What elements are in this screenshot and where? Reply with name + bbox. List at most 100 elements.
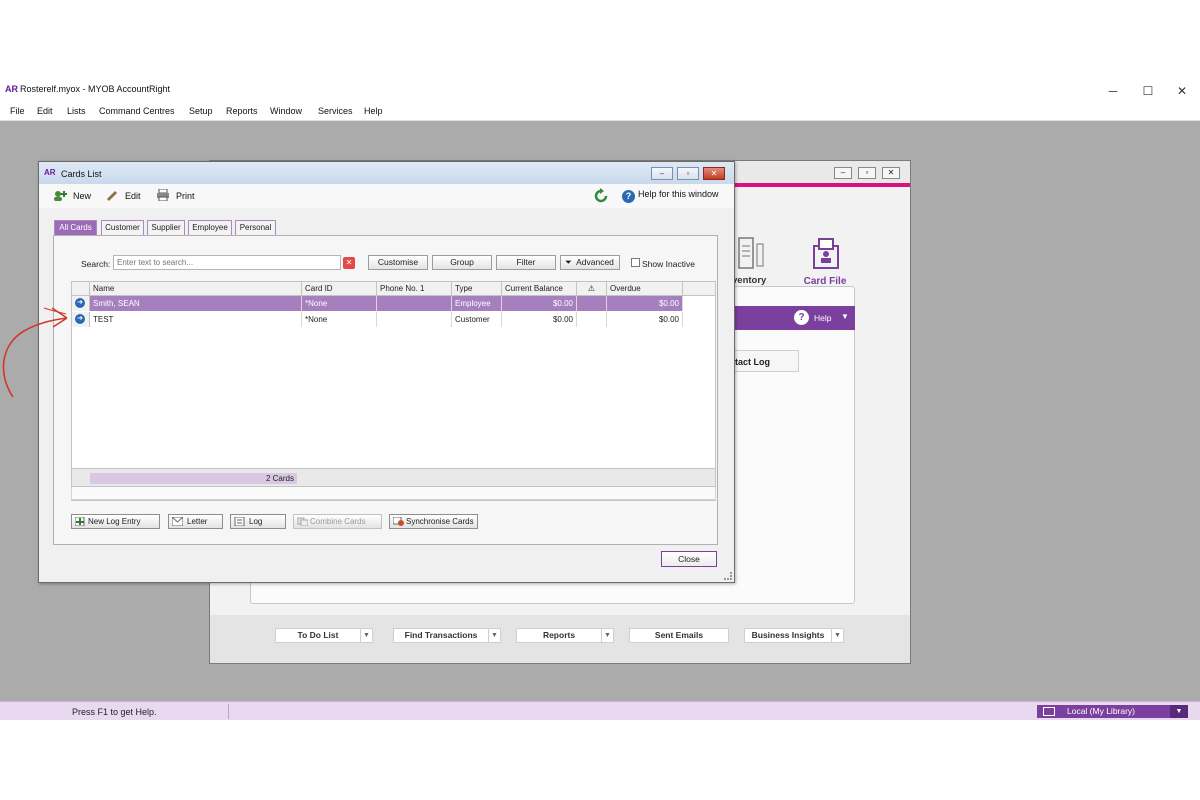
new-log-entry-button[interactable]: New Log Entry (71, 514, 160, 529)
table-row[interactable]: ➜ Smith, SEAN *None Employee $0.00 $0.00 (72, 296, 683, 311)
log-button[interactable]: Log (230, 514, 286, 529)
menu-bar: File Edit Lists Command Centres Setup Re… (0, 101, 1200, 121)
synchronise-cards-button[interactable]: Synchronise Cards (389, 514, 478, 529)
col-icon (72, 282, 90, 296)
menu-edit[interactable]: Edit (37, 106, 53, 116)
resize-grip-icon[interactable] (724, 572, 732, 580)
chevron-down-icon[interactable]: ▼ (360, 629, 372, 642)
print-label: Print (176, 191, 195, 201)
cell-type: Employee (452, 296, 502, 311)
col-name[interactable]: Name (90, 282, 302, 296)
menu-file[interactable]: File (10, 106, 25, 116)
business-insights-label: Business Insights (751, 630, 825, 640)
to-do-list-button[interactable]: To Do List ▼ (275, 628, 373, 643)
sent-emails-button[interactable]: Sent Emails (629, 628, 729, 643)
tab-all-cards[interactable]: All Cards (54, 220, 97, 235)
cards-close-button[interactable]: ✕ (703, 167, 725, 180)
menu-reports[interactable]: Reports (226, 106, 258, 116)
col-card-id[interactable]: Card ID (302, 282, 377, 296)
clear-search-icon[interactable]: ✕ (343, 257, 355, 269)
combine-cards-icon (297, 517, 308, 526)
synchronise-cards-label: Synchronise Cards (406, 517, 474, 526)
maximize-button[interactable]: ☐ (1130, 82, 1166, 100)
card-count: 2 Cards (90, 473, 297, 484)
cell-balance: $0.00 (502, 312, 577, 327)
inventory-label[interactable]: ventory (732, 275, 777, 286)
cards-minimize-button[interactable]: – (651, 167, 673, 180)
new-log-entry-label: New Log Entry (88, 517, 141, 526)
chevron-down-icon[interactable]: ▼ (488, 629, 500, 642)
group-button[interactable]: Group (432, 255, 492, 270)
printer-icon (157, 189, 169, 201)
new-card-icon (54, 191, 67, 201)
tab-supplier[interactable]: Supplier (147, 220, 185, 235)
cell-overdue: $0.00 (607, 296, 683, 311)
filter-button[interactable]: Filter (496, 255, 556, 270)
grid-header: Name Card ID Phone No. 1 Type Current Ba… (72, 282, 715, 296)
col-phone[interactable]: Phone No. 1 (377, 282, 452, 296)
menu-services[interactable]: Services (318, 106, 353, 116)
library-selector[interactable]: Local (My Library) ▼ (1037, 705, 1188, 718)
edit-button[interactable]: Edit (105, 189, 141, 201)
menu-command-centres[interactable]: Command Centres (99, 106, 175, 116)
grid-footer: 2 Cards (71, 468, 716, 487)
find-transactions-label: Find Transactions (404, 630, 478, 640)
tab-customer[interactable]: Customer (101, 220, 144, 235)
new-button[interactable]: New (53, 189, 91, 201)
cell-name: Smith, SEAN (90, 296, 302, 311)
pencil-icon (107, 191, 117, 201)
help-label[interactable]: Help (814, 313, 831, 323)
cell-name: TEST (90, 312, 302, 327)
reports-button[interactable]: Reports ▼ (516, 628, 614, 643)
business-insights-button[interactable]: Business Insights ▼ (744, 628, 844, 643)
warning-icon[interactable]: ⚠ (577, 282, 607, 296)
menu-lists[interactable]: Lists (67, 106, 86, 116)
new-label: New (73, 191, 92, 201)
close-button[interactable]: ✕ (1164, 82, 1200, 100)
window-title: Rosterelf.myox - MYOB AccountRight (20, 84, 171, 94)
table-row[interactable]: ➜ TEST *None Customer $0.00 $0.00 (72, 312, 683, 327)
log-label: Log (249, 517, 263, 526)
col-type[interactable]: Type (452, 282, 502, 296)
menu-window[interactable]: Window (270, 106, 302, 116)
col-overdue[interactable]: Overdue (607, 282, 683, 296)
menu-help[interactable]: Help (364, 106, 383, 116)
tab-employee[interactable]: Employee (188, 220, 232, 235)
close-dialog-button[interactable]: Close (661, 551, 717, 567)
cards-list-window: AR Cards List – ▫ ✕ New Edit Print ? Help… (38, 161, 735, 583)
print-button[interactable]: Print (156, 189, 195, 201)
menu-setup[interactable]: Setup (189, 106, 213, 116)
command-centre-bottom-bar: To Do List ▼ Find Transactions ▼ Reports ▼ … (210, 615, 910, 663)
chevron-down-icon[interactable]: ▼ (601, 629, 613, 642)
help-window-button[interactable]: ? Help for this window (622, 189, 719, 203)
refresh-icon[interactable] (593, 188, 609, 204)
app-logo: AR (5, 84, 18, 94)
cards-restore-button[interactable]: ▫ (677, 167, 699, 180)
show-inactive-checkbox[interactable] (631, 258, 640, 267)
horizontal-scrollbar[interactable] (71, 487, 716, 500)
tab-personal[interactable]: Personal (235, 220, 276, 235)
edit-label: Edit (125, 191, 141, 201)
cc-minimize-button[interactable]: – (834, 167, 852, 179)
search-input[interactable] (113, 255, 341, 270)
cell-card-id: *None (302, 296, 377, 311)
cc-restore-button[interactable]: ▫ (858, 167, 876, 179)
customise-button[interactable]: Customise (368, 255, 428, 270)
help-icon[interactable]: ? (794, 310, 809, 325)
chevron-down-icon[interactable]: ▼ (831, 629, 843, 642)
contact-log-button[interactable]: tact Log (726, 350, 799, 372)
chevron-down-icon[interactable]: ▼ (1170, 705, 1188, 718)
letter-button[interactable]: Letter (168, 514, 223, 529)
find-transactions-button[interactable]: Find Transactions ▼ (393, 628, 501, 643)
col-balance[interactable]: Current Balance (502, 282, 577, 296)
cell-type: Customer (452, 312, 502, 327)
minimize-button[interactable]: ─ (1095, 82, 1131, 100)
cc-close-button[interactable]: ✕ (882, 167, 900, 179)
chevron-down-icon[interactable]: ▼ (841, 312, 849, 321)
help-icon: ? (622, 190, 635, 203)
show-inactive-label: Show Inactive (642, 259, 695, 269)
combine-cards-button[interactable]: Combine Cards (293, 514, 382, 529)
annotation-arrow-icon (2, 307, 68, 398)
advanced-button[interactable]: ⏷ Advanced (560, 255, 620, 270)
title-bar: AR Rosterelf.myox - MYOB AccountRight ─ … (0, 80, 1200, 101)
